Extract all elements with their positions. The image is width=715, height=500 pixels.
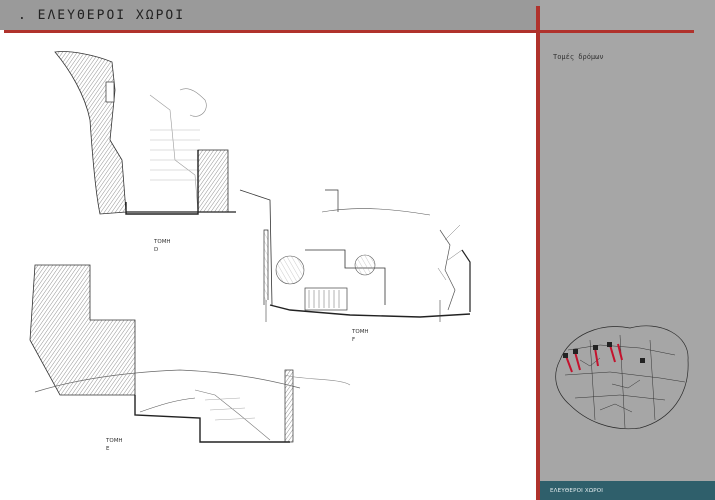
section-f-drawing (239, 189, 471, 322)
section-e-label: ΤΟΜΗ E (106, 437, 123, 453)
section-d-title: ΤΟΜΗ (154, 239, 171, 245)
section-e-title: ΤΟΜΗ (106, 438, 123, 444)
section-f-label: ΤΟΜΗ F (352, 328, 369, 344)
section-f-letter: F (352, 337, 356, 343)
section-e-letter: E (106, 446, 110, 452)
location-map (555, 325, 689, 430)
section-d-drawing (54, 51, 236, 215)
section-f-title: ΤΟΜΗ (352, 329, 369, 335)
footer-label: ΕΛΕΥΘΕΡΟΙ ΧΩΡΟΙ (550, 488, 604, 494)
section-d-letter: D (154, 247, 159, 253)
page: . ΕΛΕΥΘΕΡΟΙ ΧΩΡΟΙ Τομές δρόμων ΤΟΜΗ D ΤΟ… (0, 0, 715, 500)
section-d-label: ΤΟΜΗ D (154, 238, 171, 254)
sketch-canvas (29, 51, 689, 443)
section-e-drawing (29, 264, 351, 443)
